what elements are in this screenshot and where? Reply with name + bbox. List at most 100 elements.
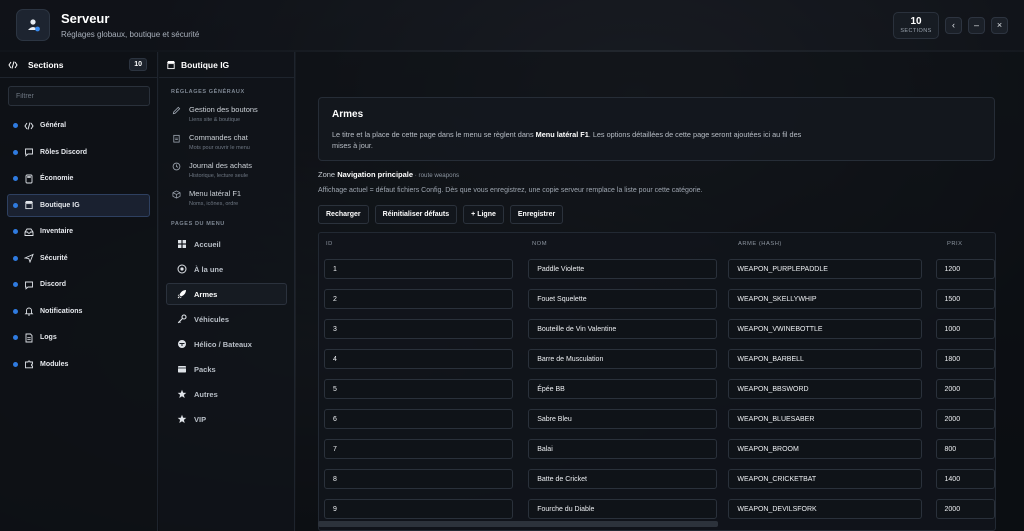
info-text: Le titre et la place de cette page dans … xyxy=(332,130,802,151)
sidebar-item-roles-discord[interactable]: Rôles Discord xyxy=(7,141,150,164)
page-packs[interactable]: Packs xyxy=(166,358,287,380)
id-field[interactable]: 5 xyxy=(324,379,514,399)
sidebar-item-securite[interactable]: Sécurité xyxy=(7,247,150,270)
chevron-left-icon: ‹ xyxy=(952,20,955,30)
minimize-button[interactable]: – xyxy=(968,16,985,34)
subnav-journal-achats[interactable]: Journal des achats Historique, lecture s… xyxy=(159,151,294,179)
box-icon xyxy=(24,227,34,237)
price-field[interactable]: 2000 xyxy=(935,379,995,399)
reset-defaults-button[interactable]: Réinitialiser défauts xyxy=(374,205,458,224)
page-vip[interactable]: VIP xyxy=(166,408,287,430)
back-button[interactable]: ‹ xyxy=(945,16,962,34)
name-field[interactable]: Bouteille de Vin Valentine xyxy=(528,319,718,339)
price-field[interactable]: 2000 xyxy=(935,409,995,429)
hash-field[interactable]: WEAPON_CRICKETBAT xyxy=(728,469,922,489)
price-field[interactable]: 2000 xyxy=(935,499,995,519)
name-field[interactable]: Fouet Squelette xyxy=(528,289,718,309)
page-armes[interactable]: Armes xyxy=(166,283,287,305)
target-icon xyxy=(176,264,187,274)
price-field[interactable]: 1000 xyxy=(935,319,995,339)
hash-field[interactable]: WEAPON_PURPLEPADDLE xyxy=(728,259,922,279)
price-field[interactable]: 1800 xyxy=(935,349,995,369)
status-dot xyxy=(13,335,18,340)
subnav-item-title: Commandes chat xyxy=(189,133,248,142)
id-field[interactable]: 9 xyxy=(324,499,514,519)
sections-counter: 10 SECTIONS xyxy=(893,11,939,39)
sidebar-item-label: Discord xyxy=(40,281,67,288)
id-field[interactable]: 8 xyxy=(324,469,514,489)
subnav-item-subtitle: Noms, icônes, ordre xyxy=(189,201,239,207)
page-autres[interactable]: Autres xyxy=(166,383,287,405)
name-field[interactable]: Épée BB xyxy=(528,379,718,399)
sidebar-item-general[interactable]: Général xyxy=(7,114,150,137)
name-field[interactable]: Sabre Bleu xyxy=(528,409,718,429)
horizontal-scrollbar[interactable] xyxy=(318,521,718,527)
subnav-gestion-boutons[interactable]: Gestion des boutons Liens site & boutiqu… xyxy=(159,95,294,123)
zone-label: Zone Navigation principale · route weapo… xyxy=(318,170,460,179)
page-helico-bateaux[interactable]: Hélico / Bateaux xyxy=(166,333,287,355)
subnav-commandes-chat[interactable]: Commandes chat Mots pour ouvrir le menu xyxy=(159,123,294,151)
table-row: 3 Bouteille de Vin Valentine WEAPON_VWINEB… xyxy=(319,314,995,344)
id-field[interactable]: 1 xyxy=(324,259,514,279)
save-button[interactable]: Enregistrer xyxy=(509,205,564,224)
hash-field[interactable]: WEAPON_SKELLYWHIP xyxy=(728,289,922,309)
sidebar-item-notifications[interactable]: Notifications xyxy=(7,300,150,323)
id-field[interactable]: 4 xyxy=(324,349,514,369)
hash-field[interactable]: WEAPON_DEVILSFORK xyxy=(728,499,922,519)
name-field[interactable]: Batte de Cricket xyxy=(528,469,718,489)
sidebar-item-boutique-ig[interactable]: Boutique IG xyxy=(7,193,150,217)
price-field[interactable]: 800 xyxy=(935,439,995,459)
pencil-icon xyxy=(172,105,182,123)
sidebar-count-badge: 10 xyxy=(129,58,147,71)
add-row-button[interactable]: + Ligne xyxy=(463,205,504,224)
sidebar-item-modules[interactable]: Modules xyxy=(7,353,150,376)
page-label: Véhicules xyxy=(194,314,230,324)
sidebar-item-inventaire[interactable]: Inventaire xyxy=(7,220,150,243)
hash-field[interactable]: WEAPON_BROOM xyxy=(728,439,922,459)
sidebar-item-economie[interactable]: Économie xyxy=(7,167,150,190)
subnav-menu-lateral[interactable]: Menu latéral F1 Noms, icônes, ordre xyxy=(159,179,294,207)
page-a-la-une[interactable]: À la une xyxy=(166,258,287,280)
name-field[interactable]: Paddle Violette xyxy=(528,259,718,279)
name-field[interactable]: Balai xyxy=(528,439,718,459)
package-icon xyxy=(176,364,187,374)
page-label: VIP xyxy=(194,414,207,424)
id-field[interactable]: 7 xyxy=(324,439,514,459)
page-label: Armes xyxy=(194,289,218,299)
page-accueil[interactable]: Accueil xyxy=(166,233,287,255)
name-field[interactable]: Fourche du Diable xyxy=(528,499,718,519)
table-row: 8 Batte de Cricket WEAPON_CRICKETBAT 1400 xyxy=(319,464,995,494)
status-dot xyxy=(13,255,18,261)
key-icon xyxy=(176,314,187,324)
page-label: Accueil xyxy=(194,239,221,249)
id-field[interactable]: 3 xyxy=(324,319,514,339)
hash-field[interactable]: WEAPON_VWINEBOTTLE xyxy=(728,319,922,339)
column-header-id: ID xyxy=(326,240,333,247)
status-dot xyxy=(13,282,18,287)
cube-icon xyxy=(172,189,182,207)
sidebar-item-discord[interactable]: Discord xyxy=(7,273,150,296)
filter-input[interactable] xyxy=(8,86,150,106)
clipboard-icon xyxy=(172,133,182,151)
column-header-nom: NOM xyxy=(532,240,548,247)
grid-icon xyxy=(176,239,187,249)
hash-field[interactable]: WEAPON_BLUESABER xyxy=(728,409,922,429)
hash-field[interactable]: WEAPON_BBSWORD xyxy=(728,379,922,399)
name-field[interactable]: Barre de Musculation xyxy=(528,349,718,369)
reload-button[interactable]: Recharger xyxy=(318,205,369,224)
calculator-icon xyxy=(24,174,34,184)
close-button[interactable]: × xyxy=(991,16,1008,34)
chat-icon xyxy=(24,147,34,157)
price-field[interactable]: 1200 xyxy=(935,259,995,279)
page-subtitle: Réglages globaux, boutique et sécurité xyxy=(61,30,200,39)
price-field[interactable]: 1400 xyxy=(935,469,995,489)
sidebar-item-logs[interactable]: Logs xyxy=(7,326,150,349)
page-vehicules[interactable]: Véhicules xyxy=(166,308,287,330)
hash-field[interactable]: WEAPON_BARBELL xyxy=(728,349,922,369)
price-field[interactable]: 1500 xyxy=(935,289,995,309)
status-dot xyxy=(13,229,18,234)
star-icon xyxy=(176,414,187,424)
star-icon xyxy=(176,389,187,399)
id-field[interactable]: 6 xyxy=(324,409,514,429)
id-field[interactable]: 2 xyxy=(324,289,514,309)
